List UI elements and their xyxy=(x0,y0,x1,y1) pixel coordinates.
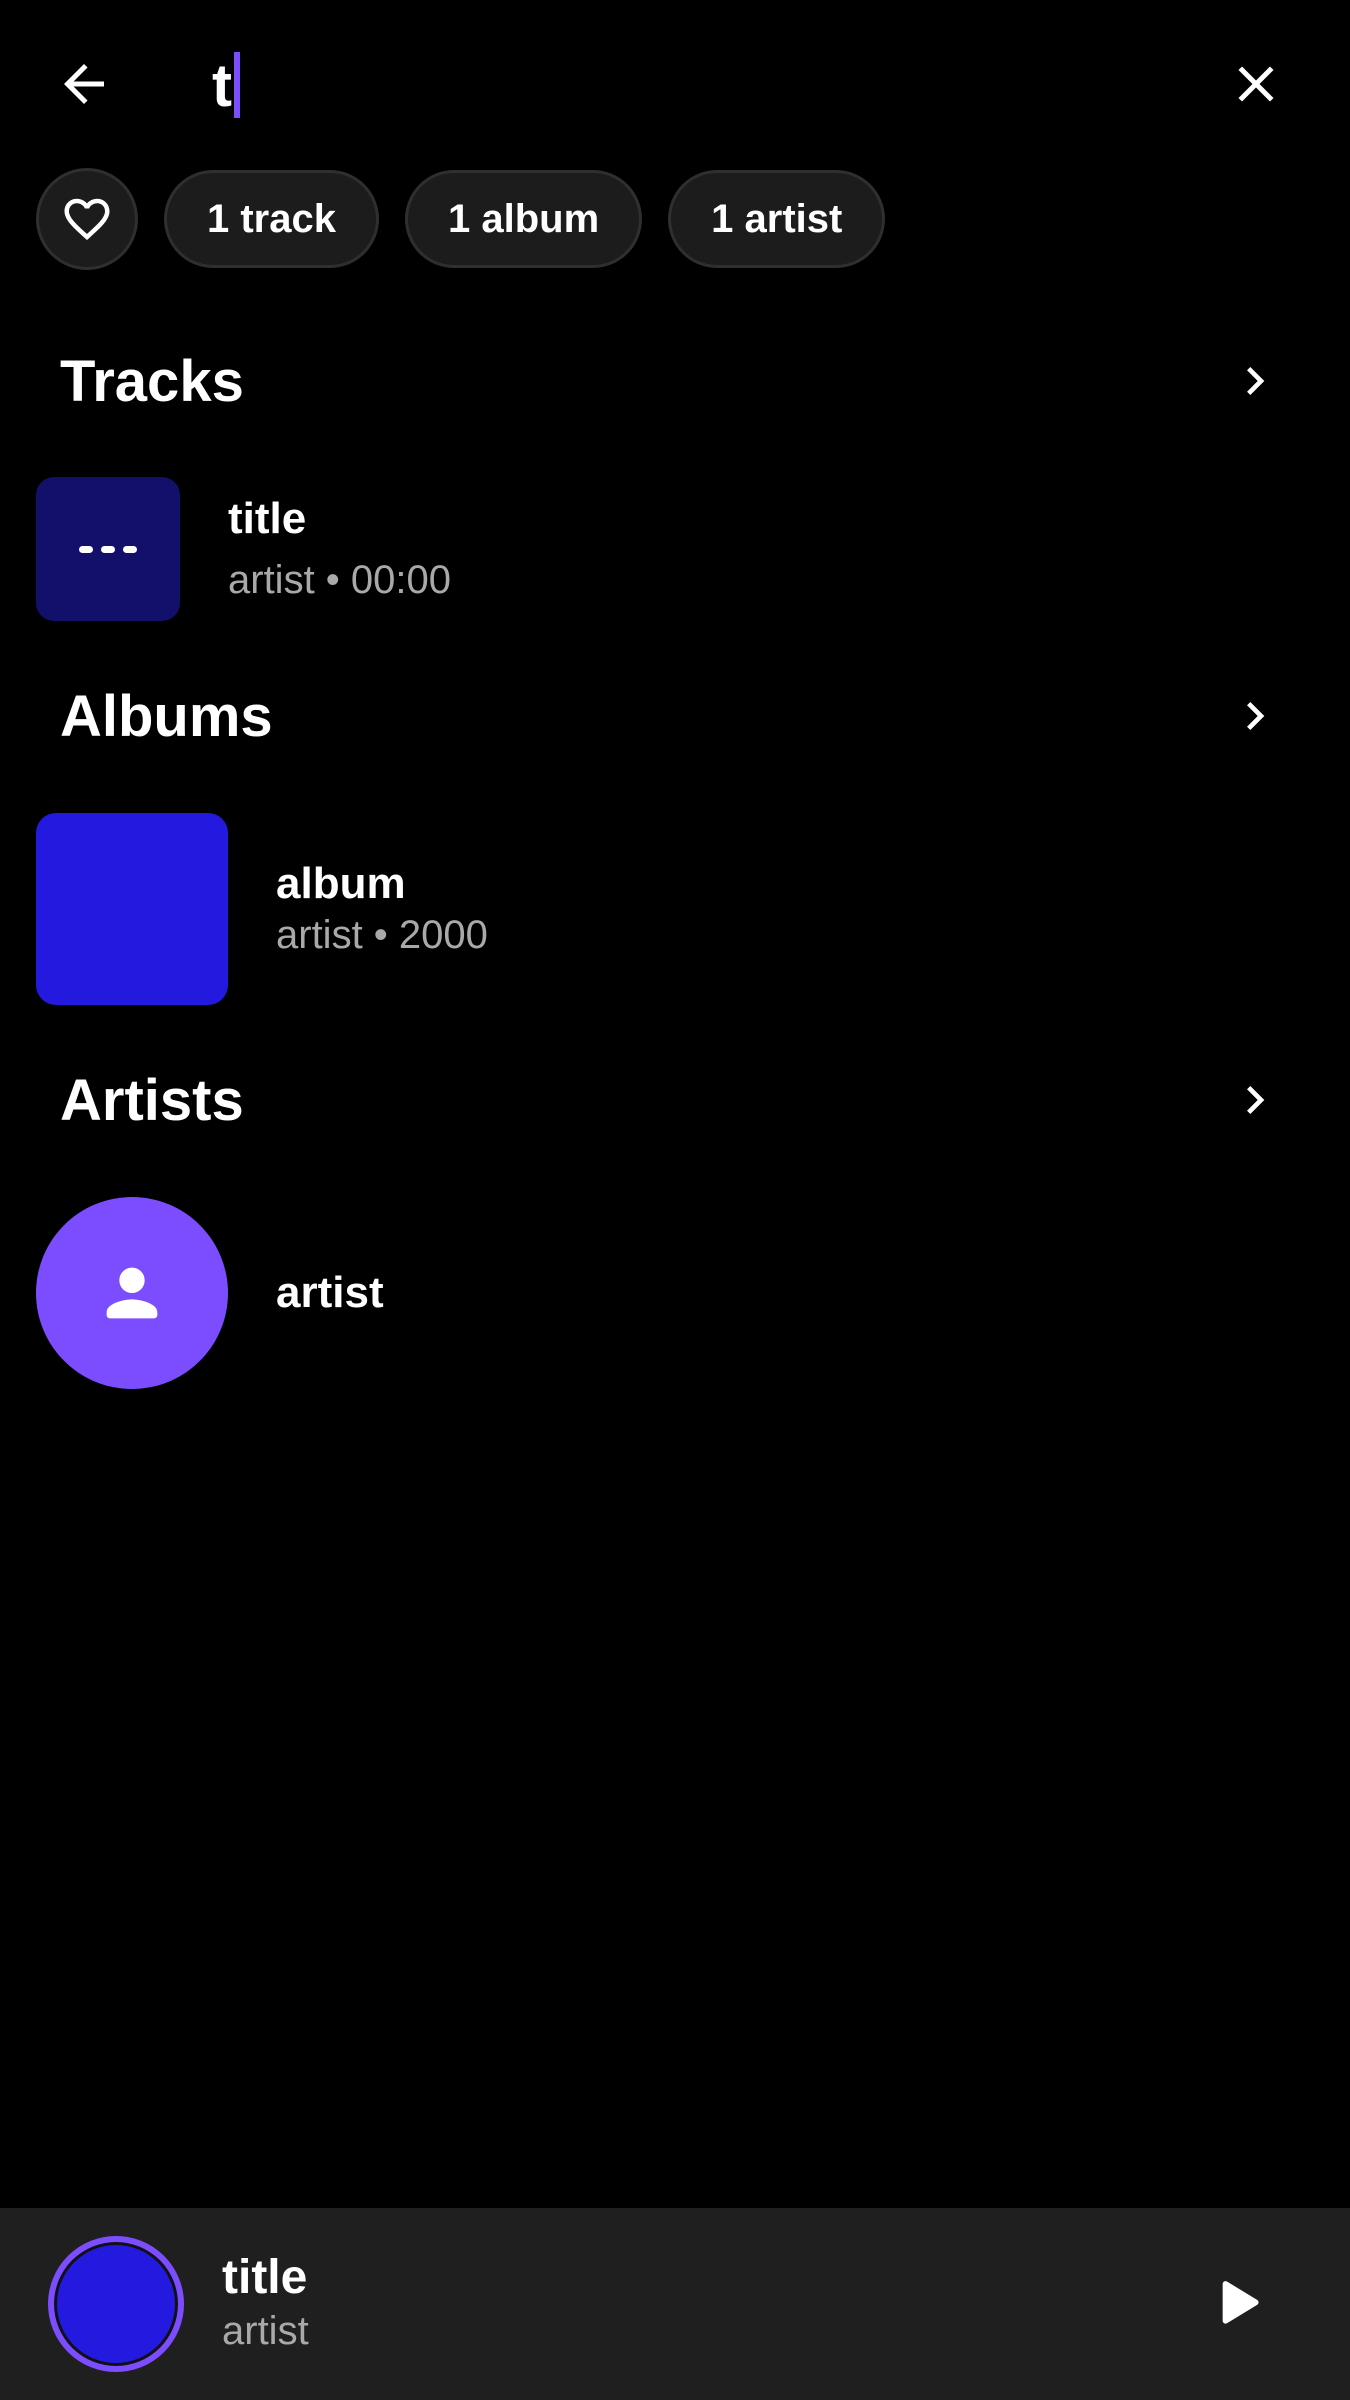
back-button[interactable] xyxy=(36,36,132,132)
tracks-filter-chip[interactable]: 1 track xyxy=(164,170,379,268)
tracks-section-title: Tracks xyxy=(60,348,244,414)
clear-search-button[interactable] xyxy=(1208,36,1304,132)
chevron-right-icon xyxy=(1247,367,1265,395)
albums-filter-chip[interactable]: 1 album xyxy=(404,170,643,268)
close-icon xyxy=(1238,66,1274,102)
tracks-section-header[interactable]: Tracks xyxy=(60,336,1290,426)
albums-section-header[interactable]: Albums xyxy=(60,671,1290,761)
favorites-filter-chip[interactable] xyxy=(36,168,138,270)
filter-chips: 1 track 1 album 1 artist xyxy=(36,168,886,270)
artists-section-title: Artists xyxy=(60,1067,244,1133)
tracks-see-all-button[interactable] xyxy=(1220,346,1290,416)
artist-name: artist xyxy=(276,1267,384,1317)
artists-see-all-button[interactable] xyxy=(1220,1065,1290,1135)
album-text: album artist • 2000 xyxy=(276,858,488,961)
album-artwork xyxy=(36,813,228,1005)
arrow-back-icon xyxy=(64,64,104,104)
track-subtitle: artist • 00:00 xyxy=(228,558,452,603)
person-icon xyxy=(106,1267,158,1319)
search-bar xyxy=(0,0,1350,170)
album-subtitle: artist • 2000 xyxy=(276,913,488,958)
albums-section-title: Albums xyxy=(60,683,273,749)
artist-text: artist xyxy=(276,1267,384,1320)
artists-section-header[interactable]: Artists xyxy=(60,1055,1290,1145)
mini-player-artist: artist xyxy=(222,2308,309,2353)
heart-outline-icon xyxy=(64,198,110,241)
mini-player-title: title xyxy=(222,2251,308,2304)
albums-see-all-button[interactable] xyxy=(1220,681,1290,751)
track-row[interactable]: title artist • 00:00 xyxy=(36,477,1314,621)
artist-row[interactable]: artist xyxy=(36,1197,1314,1389)
artist-avatar xyxy=(36,1197,228,1389)
mini-player-artwork xyxy=(48,2236,184,2372)
track-text: title artist • 00:00 xyxy=(228,493,451,606)
chevron-right-icon xyxy=(1247,1086,1265,1114)
search-input[interactable] xyxy=(212,50,232,120)
mini-player[interactable]: title artist xyxy=(0,2208,1350,2400)
track-artwork xyxy=(36,477,180,621)
album-row[interactable]: album artist • 2000 xyxy=(36,813,1314,1005)
album-title: album xyxy=(276,858,406,908)
search-field[interactable] xyxy=(212,40,1112,130)
play-button[interactable] xyxy=(1190,2258,1282,2350)
artists-filter-chip[interactable]: 1 artist xyxy=(668,170,886,268)
play-icon xyxy=(1222,2281,1259,2324)
chevron-right-icon xyxy=(1247,702,1265,730)
search-screen: 1 track 1 album 1 artist Tracks title ar… xyxy=(0,0,1350,2400)
more-horiz-icon xyxy=(79,546,137,553)
mini-player-text: title artist xyxy=(222,2251,309,2357)
text-cursor xyxy=(234,52,240,118)
track-title: title xyxy=(228,493,307,543)
